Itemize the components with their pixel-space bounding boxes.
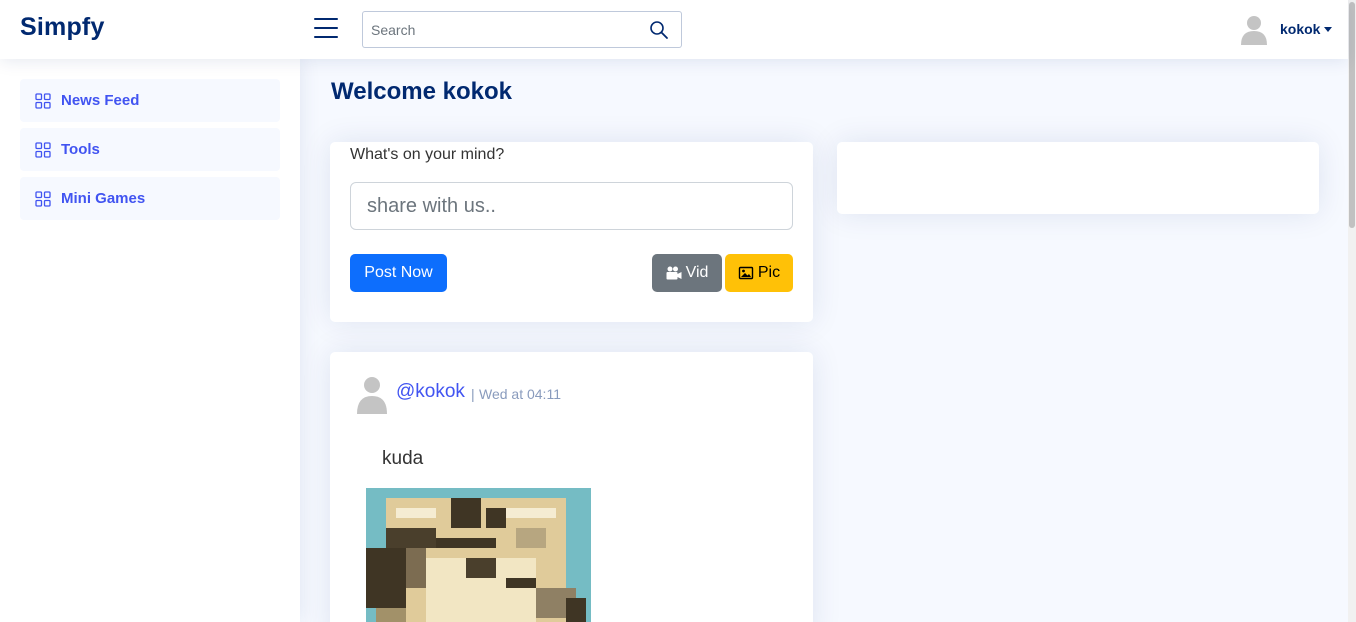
picture-button-label: Pic [757,264,781,281]
video-camera-icon [666,266,682,280]
top-header: Simpfy kokok [0,0,1348,59]
search-form [362,11,682,48]
search-input[interactable] [363,12,643,47]
sidebar-item-label: Tools [61,141,100,158]
grid-icon [35,141,51,158]
chevron-down-icon [1324,26,1333,32]
post-author-link[interactable]: @kokok [396,381,465,403]
picture-upload-button[interactable]: Pic [725,254,793,292]
video-button-label: Vid [685,264,709,281]
user-avatar-icon [1238,13,1270,45]
video-upload-button[interactable]: Vid [652,254,722,292]
sidebar-item-label: Mini Games [61,190,146,207]
app-logo[interactable]: Simpfy [20,13,105,42]
share-input[interactable] [350,182,793,230]
sidebar-item-news-feed[interactable]: News Feed [20,79,280,122]
feed-post-card: @kokok | Wed at 04:11 kuda [330,352,813,622]
post-text: kuda [382,448,424,469]
sidebar-item-tools[interactable]: Tools [20,128,280,171]
post-meta-separator: | [471,386,475,402]
post-composer-card: What's on your mind? Post Now Vid Pic [330,142,813,322]
post-image[interactable] [366,488,591,622]
composer-label: What's on your mind? [350,146,505,163]
hamburger-menu-icon[interactable] [314,18,338,40]
profile-username: kokok [1280,21,1321,37]
welcome-prefix: Welcome [331,78,443,105]
post-timestamp: Wed at 04:11 [479,386,561,402]
sidebar-item-mini-games[interactable]: Mini Games [20,177,280,220]
sidebar: News Feed Tools Mini Games [0,59,300,622]
side-widget-card [837,142,1319,214]
scrollbar-thumb[interactable] [1349,2,1355,228]
page-scrollbar[interactable] [1348,0,1356,622]
image-icon [738,266,754,280]
grid-icon [35,92,51,109]
sidebar-item-label: News Feed [61,92,140,109]
search-icon[interactable] [649,20,669,40]
grid-icon [35,190,51,207]
post-author-avatar-icon [356,374,388,414]
profile-dropdown[interactable]: kokok [1238,12,1333,46]
page-title: Welcome kokok [331,78,512,106]
post-now-button[interactable]: Post Now [350,254,447,292]
welcome-username: kokok [442,78,512,105]
